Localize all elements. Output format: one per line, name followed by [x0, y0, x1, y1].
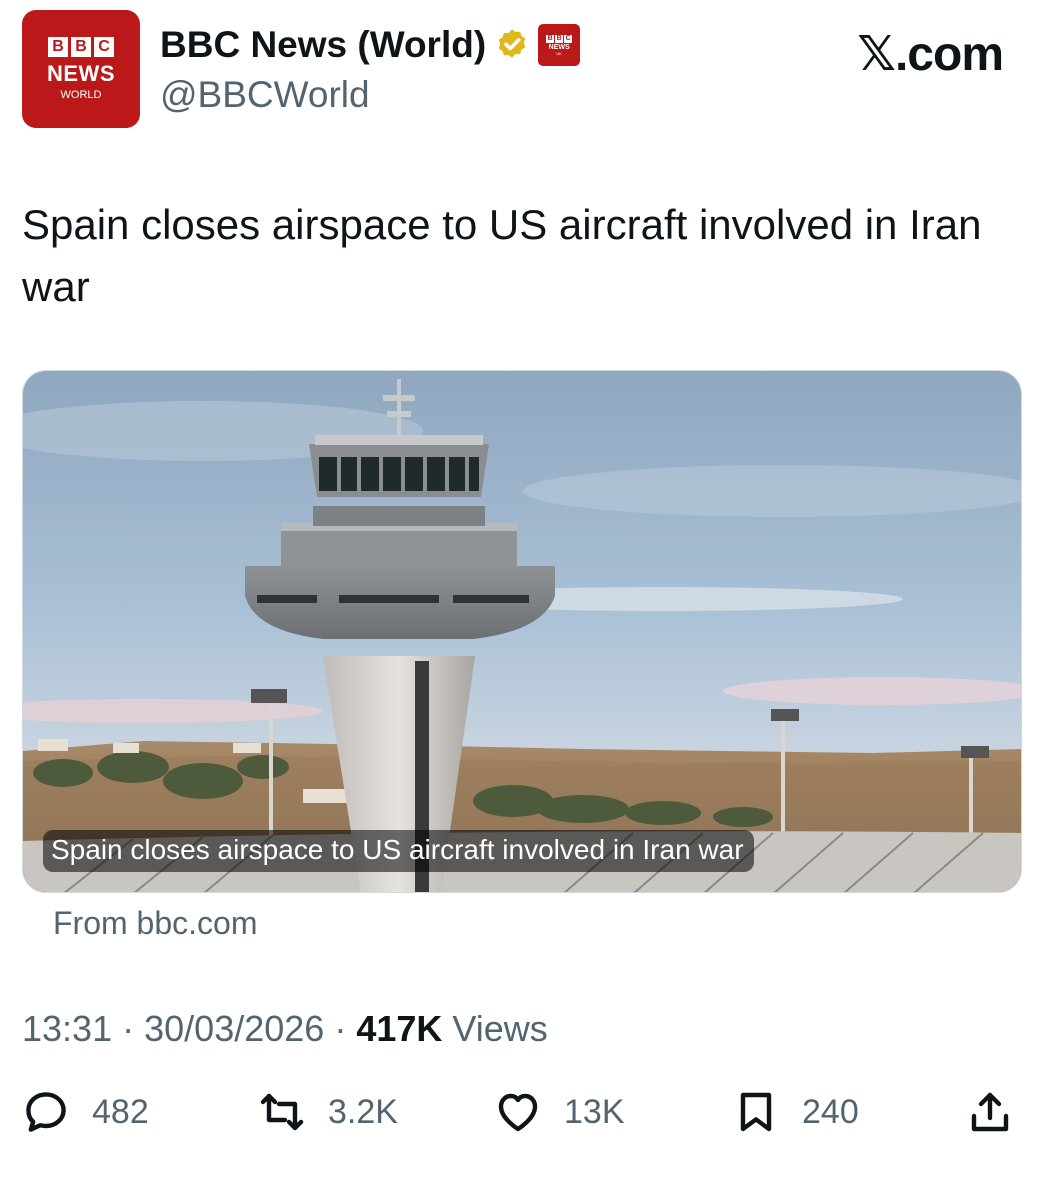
reply-button[interactable]: 482 [22, 1088, 149, 1136]
site-label: 𝕏.com [857, 28, 1004, 81]
heart-icon [498, 1093, 538, 1132]
tweet-date[interactable]: 30/03/2026 [144, 1008, 324, 1049]
card-source-link[interactable]: From bbc.com [53, 905, 257, 942]
card-image-caption: Spain closes airspace to US aircraft inv… [43, 830, 754, 872]
bookmark-icon [740, 1092, 772, 1132]
author-handle[interactable]: @BBCWorld [160, 74, 370, 116]
bookmark-count: 240 [802, 1092, 859, 1131]
tweet-time[interactable]: 13:31 [22, 1008, 112, 1049]
reply-count: 482 [92, 1092, 149, 1131]
affiliate-news-text: NEWS [548, 43, 570, 51]
author-display-name[interactable]: BBC News (World) [160, 24, 486, 66]
affiliate-badge[interactable]: B B C NEWS UK [538, 24, 581, 66]
affiliate-bbc-blocks: B B C [546, 34, 573, 43]
link-card[interactable]: Spain closes airspace to US aircraft inv… [22, 370, 1022, 893]
verified-badge-icon[interactable] [494, 27, 530, 63]
bbc-block: B [48, 37, 68, 57]
bbc-block: C [94, 37, 114, 57]
reply-icon [26, 1092, 66, 1132]
action-bar: 482 3.2K 13K 240 [22, 1088, 1022, 1148]
views-label: Views [452, 1008, 548, 1049]
tweet-text: Spain closes airspace to US aircraft inv… [22, 201, 982, 310]
meta-separator: · [334, 1008, 347, 1049]
affiliate-bbc-block: B [555, 34, 564, 43]
repost-icon [260, 1093, 304, 1131]
card-image [23, 371, 1021, 892]
tweet-meta: 13:31 · 30/03/2026 · 417K Views [22, 1008, 548, 1050]
bbc-logo-blocks: B B C [48, 37, 114, 57]
avatar-world-text: WORLD [60, 89, 102, 101]
affiliate-bbc-block: C [564, 34, 573, 43]
repost-button[interactable]: 3.2K [258, 1088, 398, 1136]
like-count: 13K [564, 1092, 625, 1131]
bookmark-button[interactable]: 240 [732, 1088, 859, 1136]
repost-count: 3.2K [328, 1092, 398, 1131]
affiliate-bbc-block: B [546, 34, 555, 43]
like-button[interactable]: 13K [494, 1088, 625, 1136]
bbc-block: B [71, 37, 91, 57]
affiliate-uk-text: UK [556, 50, 562, 56]
author-name-row: BBC News (World) B B C NEWS UK [160, 24, 581, 66]
profile-avatar[interactable]: B B C NEWS WORLD [22, 10, 140, 128]
avatar-news-text: NEWS [47, 61, 115, 86]
views-count: 417K [356, 1008, 443, 1049]
share-icon [971, 1092, 1009, 1132]
meta-separator: · [122, 1008, 135, 1049]
share-button[interactable] [966, 1088, 1014, 1136]
